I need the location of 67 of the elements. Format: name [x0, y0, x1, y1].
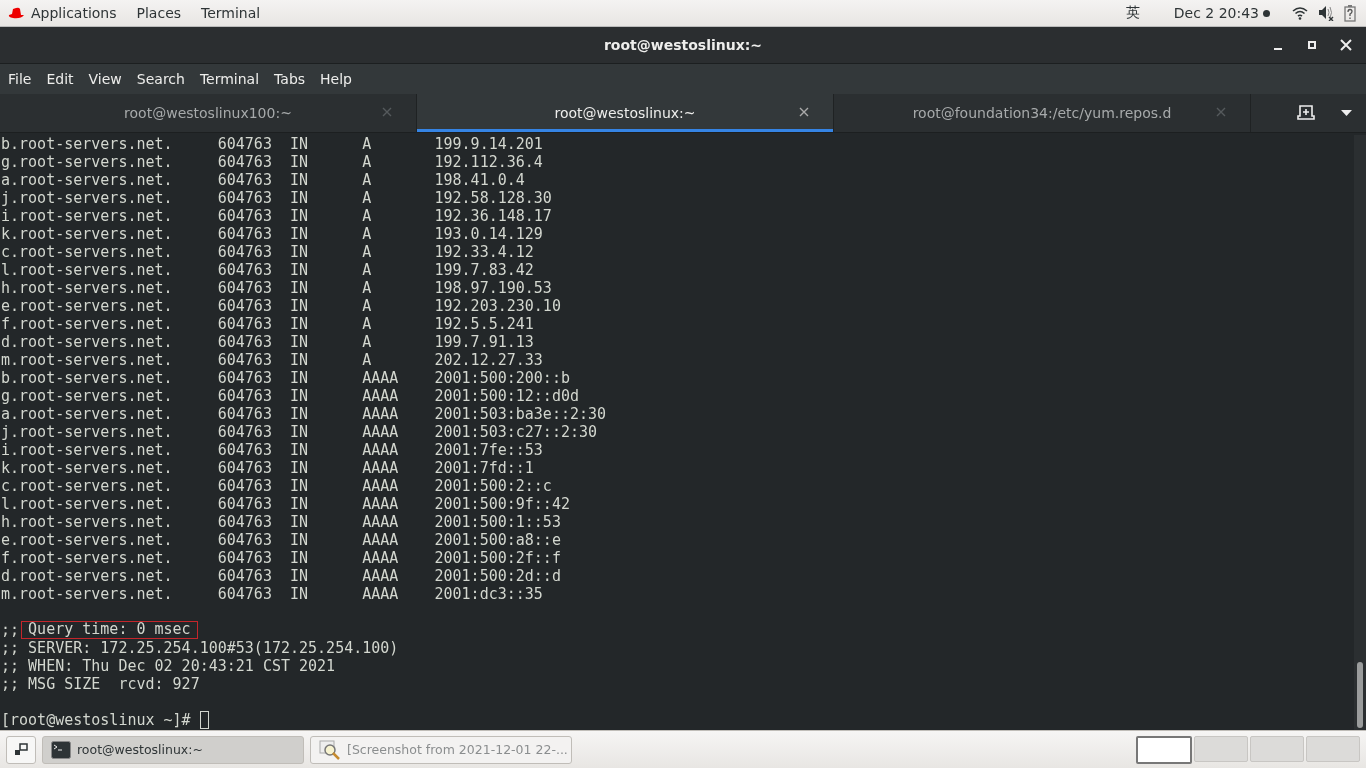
terminal-line: k.root-servers.net. 604763 IN AAAA 2001:7fd::1	[1, 459, 534, 477]
top-bar-menu[interactable]: Places	[136, 5, 182, 21]
show-desktop-button[interactable]	[6, 735, 36, 764]
terminal-line: i.root-servers.net. 604763 IN A 192.36.148.17	[1, 207, 552, 225]
applications-menu[interactable]: Applications	[31, 5, 117, 21]
terminal-line: j.root-servers.net. 604763 IN AAAA 2001:503:c27::2:30	[1, 423, 598, 441]
workspace-thumbnail[interactable]	[1136, 735, 1192, 764]
menu-item[interactable]: Edit	[46, 71, 83, 87]
terminal-line: e.root-servers.net. 604763 IN AAAA 2001:500:a8::e	[1, 531, 561, 549]
magnifier-image-icon	[319, 739, 341, 760]
scrollbar-thumb[interactable]	[1357, 662, 1363, 728]
menu-item[interactable]: Tabs	[274, 71, 315, 87]
close-icon[interactable]	[1338, 37, 1354, 53]
battery-unknown-icon[interactable]	[1344, 4, 1356, 22]
terminal-area[interactable]	[0, 133, 1366, 730]
terminal-line: ;; SERVER: 172.25.254.100#53(172.25.254.100)	[1, 639, 399, 657]
top-bar-menu[interactable]: Terminal	[201, 5, 261, 21]
terminal-line: f.root-servers.net. 604763 IN AAAA 2001:500:2f::f	[1, 549, 561, 567]
terminal-line: g.root-servers.net. 604763 IN A 192.112.36.4	[1, 153, 543, 171]
terminal-line: d.root-servers.net. 604763 IN A 199.7.91.13	[1, 333, 534, 351]
hat-logo-icon	[8, 7, 25, 19]
clock[interactable]: Dec 2 20:43	[1173, 5, 1259, 21]
menu-item[interactable]: Terminal	[199, 71, 269, 87]
terminal-line: l.root-servers.net. 604763 IN AAAA 2001:500:9f::42	[1, 495, 570, 513]
terminal-tab[interactable]: root@foundation34:/etc/yum.repos.d	[834, 94, 1251, 132]
text-cursor	[199, 711, 209, 729]
workspace-thumbnail[interactable]	[1306, 735, 1360, 762]
terminal-line: ;; WHEN: Thu Dec 02 20:43:21 CST 2021	[1, 657, 336, 675]
terminal-line: m.root-servers.net. 604763 IN A 202.12.27.33	[1, 351, 543, 369]
terminal-tab[interactable]: root@westoslinux:~	[417, 94, 834, 132]
terminal-line: g.root-servers.net. 604763 IN AAAA 2001:500:12::d0d	[1, 387, 579, 405]
terminal-line: h.root-servers.net. 604763 IN AAAA 2001:500:1::53	[1, 513, 561, 531]
terminal-line: c.root-servers.net. 604763 IN A 192.33.4.12	[1, 243, 534, 261]
notification-dot-icon	[1263, 9, 1270, 17]
terminal-line: c.root-servers.net. 604763 IN AAAA 2001:500:2::c	[1, 477, 552, 495]
new-tab-icon[interactable]	[1297, 105, 1315, 121]
terminal-line: a.root-servers.net. 604763 IN A 198.41.0.4	[1, 171, 525, 189]
terminal-line: b.root-servers.net. 604763 IN AAAA 2001:500:200::b	[1, 369, 570, 387]
window-title: root@westoslinux:~	[603, 37, 763, 53]
menu-item[interactable]: Help	[320, 71, 361, 87]
menu-item[interactable]: View	[88, 71, 131, 87]
comment-marker: ;;	[1, 621, 21, 639]
workspace-thumbnail[interactable]	[1194, 735, 1248, 762]
volume-muted-icon[interactable]	[1318, 5, 1334, 21]
taskbar-window-button[interactable]: root@westoslinux:~	[42, 735, 304, 764]
menu-item[interactable]: File	[8, 71, 41, 87]
terminal-line: ;; MSG SIZE rcvd: 927	[1, 675, 200, 693]
shell-prompt: [root@westoslinux ~]#	[1, 711, 191, 729]
terminal-line: d.root-servers.net. 604763 IN AAAA 2001:500:2d::d	[1, 567, 561, 585]
menu-item[interactable]: Search	[136, 71, 194, 87]
terminal-line: f.root-servers.net. 604763 IN A 192.5.5.241	[1, 315, 534, 333]
close-icon[interactable]	[799, 107, 809, 117]
terminal-line: i.root-servers.net. 604763 IN AAAA 2001:7fe::53	[1, 441, 543, 459]
terminal-line: j.root-servers.net. 604763 IN A 192.58.128.30	[1, 189, 552, 207]
dropdown-caret-icon[interactable]	[1341, 110, 1352, 116]
terminal-line: e.root-servers.net. 604763 IN A 192.203.230.10	[1, 297, 561, 315]
windows-icon	[14, 742, 28, 757]
terminal-line: m.root-servers.net. 604763 IN AAAA 2001:dc3::35	[1, 585, 543, 603]
terminal-icon	[51, 740, 71, 759]
wifi-icon[interactable]	[1292, 6, 1308, 20]
terminal-line: b.root-servers.net. 604763 IN A 199.9.14.201	[1, 135, 543, 153]
workspace-thumbnail[interactable]	[1250, 735, 1304, 762]
terminal-line: l.root-servers.net. 604763 IN A 199.7.83.42	[1, 261, 534, 279]
terminal-line: h.root-servers.net. 604763 IN A 198.97.190.53	[1, 279, 552, 297]
terminal-line: a.root-servers.net. 604763 IN AAAA 2001:503:ba3e::2:30	[1, 405, 607, 423]
terminal-line: k.root-servers.net. 604763 IN A 193.0.14.129	[1, 225, 543, 243]
input-method-indicator[interactable]: 英	[1125, 4, 1140, 22]
